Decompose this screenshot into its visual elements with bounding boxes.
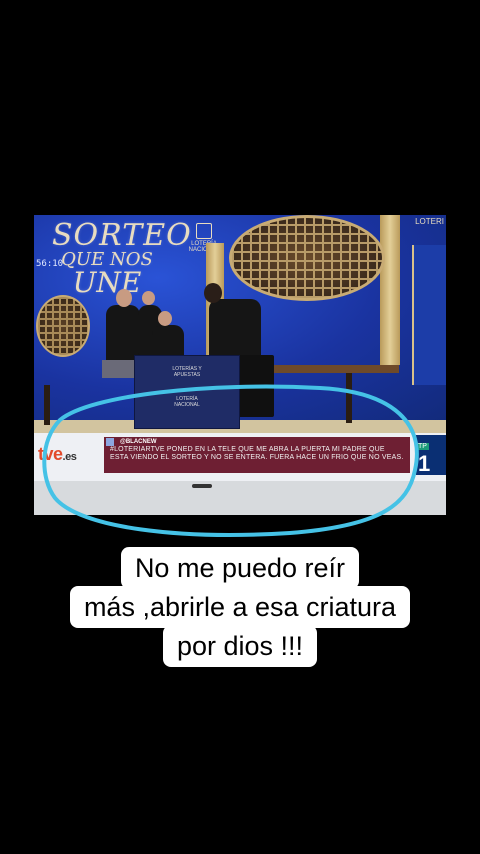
ticker-message: #LOTERIARTVE PONED EN LA TELE QUE ME ABR… <box>110 446 404 461</box>
person-boy <box>209 299 261 357</box>
logo-line-1: SORTEO <box>52 218 192 253</box>
live-badge: TP 1 <box>416 435 446 475</box>
podium-tag: LOTERÍAS Y APUESTAS <box>172 366 202 378</box>
person-head <box>204 283 222 303</box>
caption-line-2: más ,abrirle a esa criatura <box>69 586 411 628</box>
lottery-drum-large <box>229 215 385 301</box>
channel-logo: tve.es <box>38 439 102 469</box>
channel-suffix: .es <box>62 451 77 463</box>
caption-line-1: No me puedo reír <box>120 547 360 589</box>
channel-name: tve <box>38 444 63 464</box>
loteria-mark-icon <box>196 223 212 239</box>
caption-line-3: por dios !!! <box>162 625 318 667</box>
corner-label: LOTERI <box>415 217 444 226</box>
person-boy-legs <box>234 355 274 417</box>
podium: LOTERÍAS Y APUESTAS LOTERÍA NACIONAL <box>134 355 240 429</box>
live-number: 1 <box>418 451 431 476</box>
ticker-handle: @BLACNEW <box>120 439 157 445</box>
ticker-avatar-icon <box>106 438 114 446</box>
podium-tag-2: LOTERÍA NACIONAL <box>174 396 200 408</box>
sorteo-logo: SORTEO QUE NOS UNE <box>52 218 192 297</box>
tv-ticker: tve.es @BLACNEW #LOTERIARTVE PONED EN LA… <box>34 433 446 481</box>
caption-block: No me puedo reír más ,abrirle a esa cria… <box>0 547 480 667</box>
person-head <box>142 291 155 305</box>
clock-readout: 56:10 <box>36 259 64 269</box>
tv-bezel <box>34 481 446 515</box>
tv-button-icon <box>192 484 212 488</box>
ticker-message-box: @BLACNEW #LOTERIARTVE PONED EN LA TELE Q… <box>104 437 410 473</box>
table-leg <box>44 385 50 425</box>
person-head <box>116 289 132 307</box>
person-head <box>158 311 172 326</box>
lottery-drum-small <box>36 295 90 357</box>
live-tag: TP <box>416 443 429 450</box>
decorative-panel <box>412 245 446 385</box>
stage-pillar <box>380 215 400 365</box>
tv-screenshot-photo: SORTEO QUE NOS UNE 56:10 LOTERÍA NACIONA… <box>34 215 446 515</box>
wooden-table <box>269 365 399 373</box>
table-leg <box>346 373 352 423</box>
